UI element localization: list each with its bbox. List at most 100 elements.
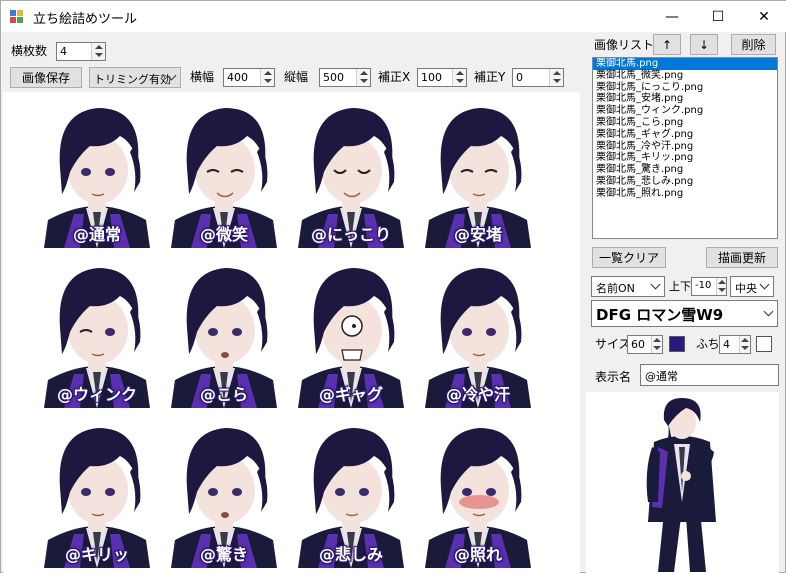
thumbnail-caption: @照れ (453, 545, 502, 564)
align-value: 中央 (735, 282, 757, 295)
app-window: 立ち絵詰めツール — ☐ ✕ 横枚数 4 画像保存 トリミング有効 横幅 400… (0, 0, 786, 573)
spin-arrows[interactable] (91, 43, 105, 60)
height-label: 縦幅 (284, 70, 309, 84)
width-label: 横幅 (190, 70, 215, 84)
display-name-input[interactable]: @通常 (640, 364, 779, 386)
offset-x-stepper[interactable]: 100 (417, 68, 467, 87)
window-title: 立ち絵詰めツール (33, 12, 138, 27)
height-value: 500 (323, 71, 344, 84)
list-item[interactable]: 栗御北馬_にっこり.png (593, 82, 777, 94)
list-item[interactable]: 栗御北馬_照れ.png (593, 188, 777, 200)
thumbnail-neutral: @通常 (34, 102, 160, 248)
font-dropdown[interactable]: DFG ロマン雪W9 (591, 300, 778, 327)
thumbnail-caption: @キリッ (64, 545, 129, 564)
vertical-label: 上下 (669, 280, 691, 293)
display-name-value: @通常 (645, 370, 678, 383)
list-item[interactable]: 栗御北馬_微笑.png (593, 70, 777, 82)
minimize-icon: — (665, 8, 679, 25)
thumbnail-caption: @ウィンク (56, 385, 137, 404)
thumbnail-serious: @キリッ (34, 422, 160, 568)
close-icon: ✕ (758, 8, 770, 25)
clear-list-button[interactable]: 一覧クリア (592, 247, 666, 268)
refresh-button[interactable]: 描画更新 (706, 247, 778, 268)
offset-x-label: 補正X (378, 70, 411, 84)
minimize-button[interactable]: — (649, 1, 695, 32)
width-stepper[interactable]: 400 (223, 68, 275, 87)
thumbnail-caption: @安堵 (453, 225, 502, 244)
thumbnail-sad: @悲しみ (288, 422, 414, 568)
thumbnail-relief: @安堵 (415, 102, 541, 248)
trim-dropdown[interactable]: トリミング有効 (89, 67, 181, 88)
thumbnail-caption: @にっこり (310, 225, 391, 244)
size-label: サイズ (595, 337, 631, 351)
thumbnail-wink: @ウィンク (34, 262, 160, 408)
close-button[interactable]: ✕ (741, 1, 786, 32)
full-body-figure (646, 398, 716, 572)
list-item[interactable]: 栗御北馬_悲しみ.png (593, 176, 777, 188)
thumbnail-smile: @微笑 (161, 102, 287, 248)
thumbnail-scold: @こら (161, 262, 287, 408)
list-item[interactable]: 栗御北馬_キリッ.png (593, 152, 777, 164)
width-value: 400 (227, 71, 248, 84)
arrow-down-icon: ↓ (698, 37, 710, 52)
thumbnail-caption: @通常 (72, 225, 121, 244)
border-value: 4 (723, 338, 730, 351)
image-list-label: 画像リスト (594, 38, 655, 52)
offset-y-stepper[interactable]: 0 (512, 68, 564, 87)
title-bar: 立ち絵詰めツール — ☐ ✕ (1, 1, 786, 32)
maximize-button[interactable]: ☐ (695, 1, 741, 32)
offset-y-value: 0 (516, 71, 523, 84)
vertical-stepper[interactable]: -10 (691, 277, 727, 296)
list-item[interactable]: 栗御北馬_安堵.png (593, 93, 777, 105)
list-item[interactable]: 栗御北馬.png (593, 58, 777, 70)
chevron-down-icon (759, 279, 770, 290)
offset-x-value: 100 (421, 71, 442, 84)
thumbnail-caption: @微笑 (199, 225, 248, 244)
thumbnail-caption: @悲しみ (318, 545, 383, 564)
app-icon (10, 10, 23, 23)
output-canvas: @通常 @微笑 @にっこり @安堵 @ウィンク @こら @ギャグ @冷や汗 @キ… (3, 92, 580, 573)
size-value: 60 (631, 338, 645, 351)
font-value: DFG ロマン雪W9 (596, 306, 724, 324)
display-name-label: 表示名 (595, 370, 632, 384)
thumbnail-surprise: @驚き (161, 422, 287, 568)
arrow-up-icon: ↑ (661, 37, 673, 52)
height-stepper[interactable]: 500 (319, 68, 371, 87)
thumbnail-caption: @こら (199, 385, 248, 404)
save-image-button[interactable]: 画像保存 (10, 67, 82, 88)
thumbnail-blush: @照れ (415, 422, 541, 568)
border-label: ふち (696, 337, 720, 351)
chevron-down-icon (763, 306, 774, 317)
character-preview (586, 392, 779, 573)
border-color-swatch[interactable] (756, 336, 772, 352)
text-color-swatch[interactable] (669, 336, 685, 352)
thumbnail-caption: @ギャグ (318, 385, 383, 404)
move-down-button[interactable]: ↓ (690, 34, 718, 55)
align-dropdown[interactable]: 中央 (730, 276, 774, 297)
columns-label: 横枚数 (11, 44, 48, 58)
thumbnail-caption: @冷や汗 (445, 385, 510, 404)
thumbnail-gag: @ギャグ (288, 262, 414, 408)
thumbnail-sweat: @冷や汗 (415, 262, 541, 408)
list-item[interactable]: 栗御北馬_冷や汗.png (593, 141, 777, 153)
name-mode-value: 名前ON (596, 282, 635, 295)
columns-stepper[interactable]: 4 (56, 42, 106, 61)
image-listbox[interactable]: 栗御北馬.png 栗御北馬_微笑.png 栗御北馬_にっこり.png 栗御北馬_安堵.… (592, 57, 778, 239)
trim-value: トリミング有効 (94, 73, 171, 86)
columns-value: 4 (60, 45, 67, 58)
list-item[interactable]: 栗御北馬_ウィンク.png (593, 105, 777, 117)
offset-y-label: 補正Y (474, 70, 506, 84)
thumbnail-caption: @驚き (199, 545, 248, 564)
list-item[interactable]: 栗御北馬_驚き.png (593, 164, 777, 176)
border-stepper[interactable]: 4 (719, 335, 751, 354)
size-stepper[interactable]: 60 (627, 335, 663, 354)
thumbnail-grin: @にっこり (288, 102, 414, 248)
chevron-down-icon (650, 279, 661, 290)
delete-button[interactable]: 削除 (731, 34, 776, 55)
vertical-value: -10 (695, 280, 712, 291)
move-up-button[interactable]: ↑ (653, 34, 681, 55)
list-item[interactable]: 栗御北馬_こら.png (593, 117, 777, 129)
list-item[interactable]: 栗御北馬_ギャグ.png (593, 129, 777, 141)
name-mode-dropdown[interactable]: 名前ON (591, 276, 665, 297)
maximize-icon: ☐ (711, 8, 725, 25)
